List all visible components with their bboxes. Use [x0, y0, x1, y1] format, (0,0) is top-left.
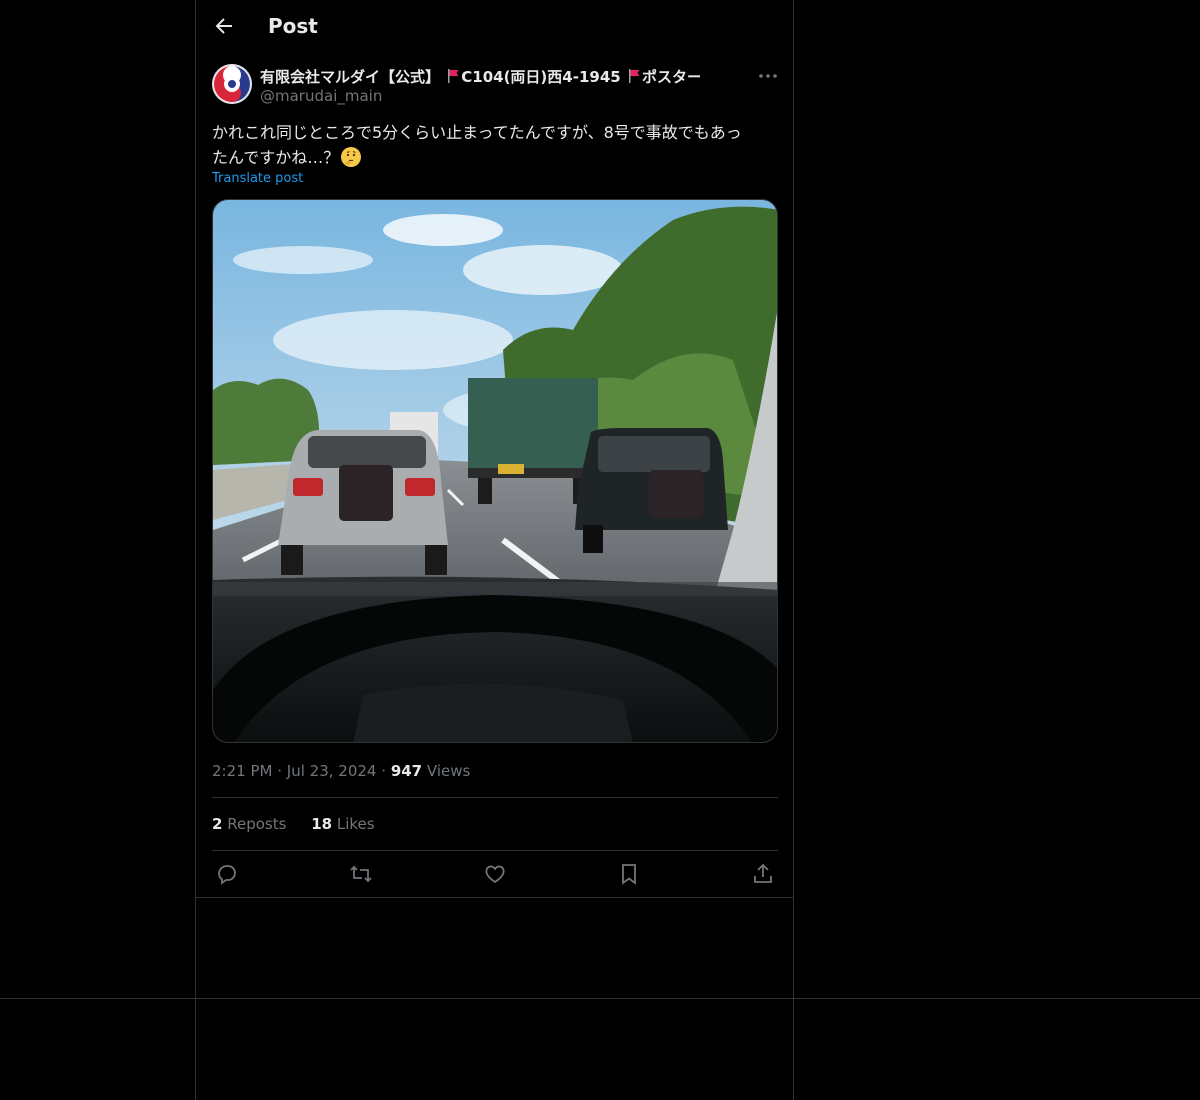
- reposts-label: Reposts: [227, 815, 287, 833]
- post-image[interactable]: [212, 199, 778, 743]
- divider: [0, 998, 1200, 999]
- bookmark-icon[interactable]: [617, 862, 641, 886]
- red-flag-icon: [628, 69, 640, 83]
- page-title: Post: [268, 14, 318, 38]
- post-time[interactable]: 2:21 PM: [212, 762, 272, 780]
- heart-icon[interactable]: [483, 862, 507, 886]
- likes-label: Likes: [336, 815, 375, 833]
- likes-stat[interactable]: 18 Likes: [311, 815, 374, 833]
- reposts-count: 2: [212, 815, 223, 833]
- author-name-part: 有限会社マルダイ【公式】: [260, 68, 441, 86]
- reposts-stat[interactable]: 2 Reposts: [212, 815, 286, 833]
- red-flag-icon: [447, 69, 459, 83]
- likes-count: 18: [311, 815, 333, 833]
- author-name-part: C104(両日)西4-1945: [461, 68, 621, 86]
- post-date[interactable]: Jul 23, 2024: [287, 762, 377, 780]
- action-bar: [212, 862, 778, 886]
- views-count: 947: [390, 762, 423, 780]
- more-icon[interactable]: [756, 64, 780, 88]
- views-label: Views: [426, 762, 471, 780]
- meta-separator: ·: [277, 762, 283, 780]
- post-header: Post: [196, 0, 793, 54]
- arrow-left-icon[interactable]: [212, 14, 236, 38]
- reply-icon[interactable]: [215, 862, 239, 886]
- translate-post-link[interactable]: Translate post: [212, 171, 303, 186]
- divider: [196, 897, 793, 898]
- avatar[interactable]: [212, 64, 252, 104]
- author-display-name[interactable]: 有限会社マルダイ【公式】 C104(両日)西4-1945 ポスタースタンド、: [260, 66, 700, 87]
- post-text: かれこれ同じところで5分くらい止まってたんですが、8号で事故でもあっ たんですか…: [212, 120, 782, 170]
- divider: [212, 797, 778, 798]
- meta-separator: ·: [381, 762, 387, 780]
- share-icon[interactable]: [751, 862, 775, 886]
- repost-icon[interactable]: [349, 862, 373, 886]
- traffic-photo: [213, 200, 777, 742]
- divider: [212, 850, 778, 851]
- author-name-part: ポスタースタンド、: [641, 68, 700, 86]
- thinking-face-icon: [341, 147, 362, 167]
- post-text-fragment: たんですかね…？: [212, 148, 340, 167]
- post-column: Post 有限会社マルダイ【公式】 C104(両日)西4-1945 ポスタースタ…: [195, 0, 794, 1100]
- post-text-line: かれこれ同じところで5分くらい止まってたんですが、8号で事故でもあっ: [212, 123, 742, 142]
- author-handle[interactable]: @marudai_main: [260, 87, 382, 105]
- post-meta: 2:21 PM · Jul 23, 2024 · 947 Views: [212, 762, 470, 780]
- post-text-line: たんですかね…？: [212, 145, 782, 170]
- engagement-stats: 2 Reposts 18 Likes: [212, 815, 395, 833]
